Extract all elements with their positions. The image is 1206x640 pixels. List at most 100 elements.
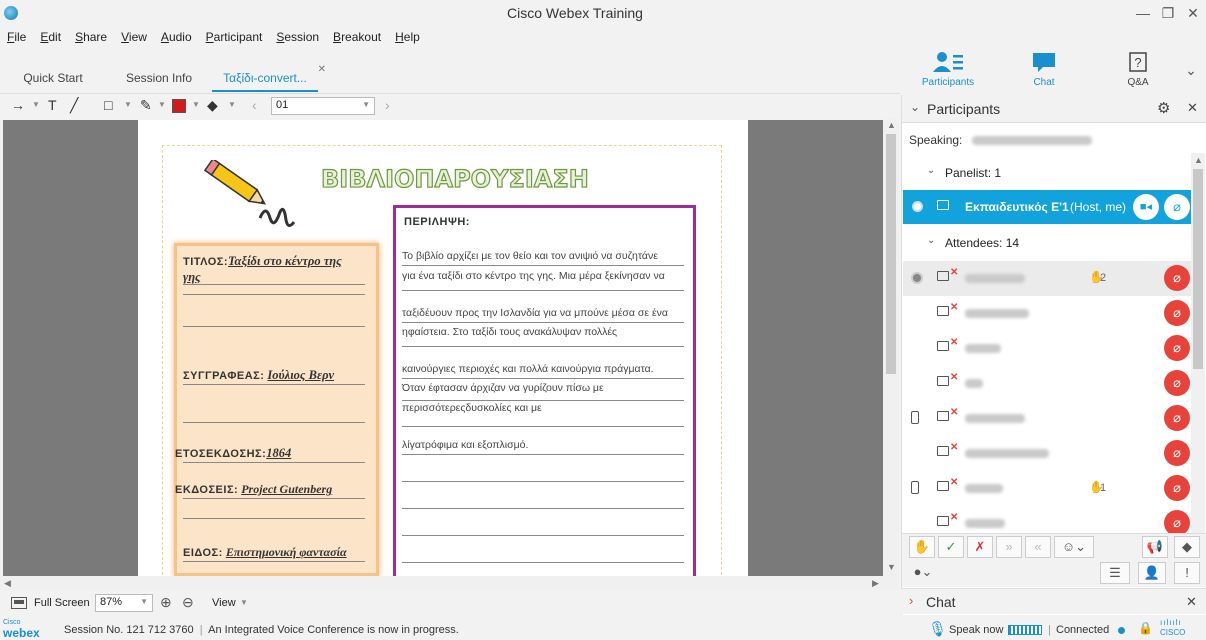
chevron-down-icon[interactable]: ▼ (240, 598, 248, 607)
microphone-icon[interactable]: 🎙 (928, 620, 947, 638)
next-page-icon[interactable]: › (385, 97, 390, 113)
video-icon[interactable]: ■◂ (1133, 194, 1159, 220)
scroll-left-icon[interactable]: ◀ (4, 578, 11, 589)
attendee-row[interactable]: ✕ ⌀ (903, 331, 1193, 366)
tab-close-icon[interactable]: ✕ (318, 64, 326, 75)
viewer-horizontal-scrollbar[interactable]: ◀ ▶ (0, 576, 899, 590)
scroll-right-icon[interactable]: ▶ (872, 578, 879, 589)
close-icon[interactable]: ✕ (1186, 594, 1197, 610)
list-icon[interactable]: ☰ (1100, 562, 1130, 584)
pen-tool-icon[interactable]: ✎ (140, 97, 152, 114)
chevron-down-icon[interactable]: ▼ (158, 100, 166, 109)
scroll-thumb[interactable] (1193, 169, 1203, 369)
menu-share[interactable]: Share (68, 27, 114, 47)
tab-shared-document[interactable]: Ταξίδι-convert... ✕ (212, 64, 326, 92)
chevron-down-icon[interactable]: ▼ (124, 100, 132, 109)
eraser-tool-icon[interactable]: ◆ (207, 97, 218, 114)
menu-participant[interactable]: Participant (199, 27, 270, 47)
fullscreen-button[interactable]: Full Screen (34, 597, 90, 609)
attendee-row[interactable]: ✕ ✋ 2 ⌀ (903, 261, 1193, 296)
slow-down-icon[interactable]: « (1025, 536, 1051, 558)
menu-help[interactable]: Help (388, 27, 427, 47)
chevron-down-icon[interactable]: ⌄ (910, 100, 920, 114)
add-user-icon[interactable]: 👤 (1138, 562, 1166, 584)
attendee-row[interactable]: ✕ ✋ 1 ⌀ (903, 471, 1193, 506)
document-viewer[interactable]: ΒΙΒΛΙΟΠΑΡΟΥΣΙΑΣΗ ΤΙΤΛΟΣ:Ταξίδι στο κέντρ… (3, 120, 883, 576)
qa-panel-button[interactable]: ? Q&A (1108, 50, 1168, 90)
panelist-group-label[interactable]: Panelist: 1 (945, 166, 1001, 180)
mute-button[interactable]: ⌀ (1164, 335, 1190, 361)
text-tool-icon[interactable]: T (48, 97, 57, 113)
menu-edit[interactable]: Edit (33, 27, 68, 47)
color-picker-icon[interactable] (172, 99, 186, 113)
mute-button[interactable]: ⌀ (1164, 265, 1190, 291)
microphone-icon[interactable]: ⌀ (1164, 194, 1190, 220)
minimize-button[interactable]: — (1130, 3, 1156, 23)
zoom-select[interactable]: 87% ▼ (95, 594, 153, 612)
previous-page-icon[interactable]: ‹ (252, 97, 257, 113)
document-title: ΒΙΒΛΙΟΠΑΡΟΥΣΙΑΣΗ (320, 164, 589, 193)
mute-button[interactable]: ⌀ (1164, 370, 1190, 396)
host-row[interactable]: Εκπαιδευτικός Ε'1 (Host, me) ■◂ ⌀ (903, 190, 1193, 224)
separator: | (1048, 624, 1051, 636)
participants-scrollbar[interactable]: ▲ (1191, 153, 1205, 585)
view-menu[interactable]: View (212, 597, 236, 609)
chat-panel-button[interactable]: Chat (1014, 50, 1074, 90)
chevron-down-icon[interactable]: ▼ (32, 100, 40, 109)
speed-up-icon[interactable]: » (996, 536, 1022, 558)
tab-quick-start[interactable]: Quick Start (0, 64, 106, 92)
attendee-row[interactable]: ✕ ⌀ (903, 506, 1193, 533)
menu-breakout[interactable]: Breakout (326, 27, 388, 47)
close-icon[interactable]: ✕ (1187, 100, 1198, 116)
participants-panel-button[interactable]: Participants (918, 50, 978, 90)
attendee-row[interactable]: ✕ ⌀ (903, 436, 1193, 471)
attendee-row[interactable]: ✕ ⌀ (903, 401, 1193, 436)
fullscreen-icon[interactable] (11, 597, 27, 609)
mute-button[interactable]: ⌀ (1164, 405, 1190, 431)
megaphone-icon[interactable]: 📢 (1142, 536, 1168, 558)
scroll-up-icon[interactable]: ▲ (887, 120, 896, 130)
yes-check-icon[interactable]: ✓ (938, 536, 964, 558)
chevron-down-icon[interactable]: ⌄ (1178, 60, 1204, 80)
chevron-down-icon[interactable]: ⌄ (927, 235, 935, 246)
scroll-thumb[interactable] (886, 134, 896, 374)
menu-session[interactable]: Session (269, 27, 326, 47)
pointer-tool-icon[interactable]: → (11, 97, 25, 113)
scroll-up-icon[interactable]: ▲ (1194, 155, 1203, 165)
tab-session-info[interactable]: Session Info (106, 64, 212, 92)
viewer-vertical-scrollbar[interactable]: ▲ ▼ (883, 118, 899, 576)
line-tool-icon[interactable]: ╱ (70, 97, 78, 114)
page-select[interactable]: 01 ▼ (271, 97, 375, 115)
no-x-icon[interactable]: ✗ (967, 536, 993, 558)
chevron-down-icon[interactable]: ▼ (228, 100, 236, 109)
zoom-in-icon[interactable]: ⊕ (160, 594, 172, 611)
gear-icon[interactable]: ⚙ (1157, 99, 1170, 117)
menu-view[interactable]: View (114, 27, 154, 47)
webex-logo: Cisco webex (3, 619, 40, 640)
divider (183, 422, 365, 423)
publisher-field-label: ΕΚΔΟΣΕΙΣ: (175, 484, 239, 496)
chat-panel-collapsed[interactable]: › Chat ✕ (901, 588, 1206, 614)
close-button[interactable]: ✕ (1180, 3, 1206, 23)
menu-file[interactable]: File (0, 27, 33, 47)
attendee-row[interactable]: ✕ ⌀ (903, 366, 1193, 401)
attendee-row[interactable]: ✕ ⌀ (903, 296, 1193, 331)
restore-button[interactable]: ❐ (1155, 3, 1181, 23)
mute-button[interactable]: ⌀ (1164, 510, 1190, 533)
mute-button[interactable]: ⌀ (1164, 300, 1190, 326)
scroll-down-icon[interactable]: ▼ (887, 562, 896, 572)
raise-hand-icon[interactable]: ✋ (909, 536, 935, 558)
mute-button[interactable]: ⌀ (1164, 475, 1190, 501)
eraser-icon[interactable]: ◆ (1174, 536, 1200, 558)
status-selector-icon[interactable]: ●⌄ (906, 562, 940, 584)
alert-icon[interactable]: ! (1174, 562, 1200, 584)
chevron-right-icon[interactable]: › (909, 593, 913, 608)
attendees-group-label[interactable]: Attendees: 14 (945, 236, 1019, 250)
emoticon-icon[interactable]: ☺⌄ (1054, 536, 1094, 558)
chevron-down-icon[interactable]: ▼ (192, 100, 200, 109)
mute-button[interactable]: ⌀ (1164, 440, 1190, 466)
rectangle-tool-icon[interactable]: □ (104, 97, 112, 113)
chevron-down-icon[interactable]: ⌄ (927, 165, 935, 176)
menu-audio[interactable]: Audio (154, 27, 199, 47)
zoom-out-icon[interactable]: ⊖ (182, 594, 194, 611)
